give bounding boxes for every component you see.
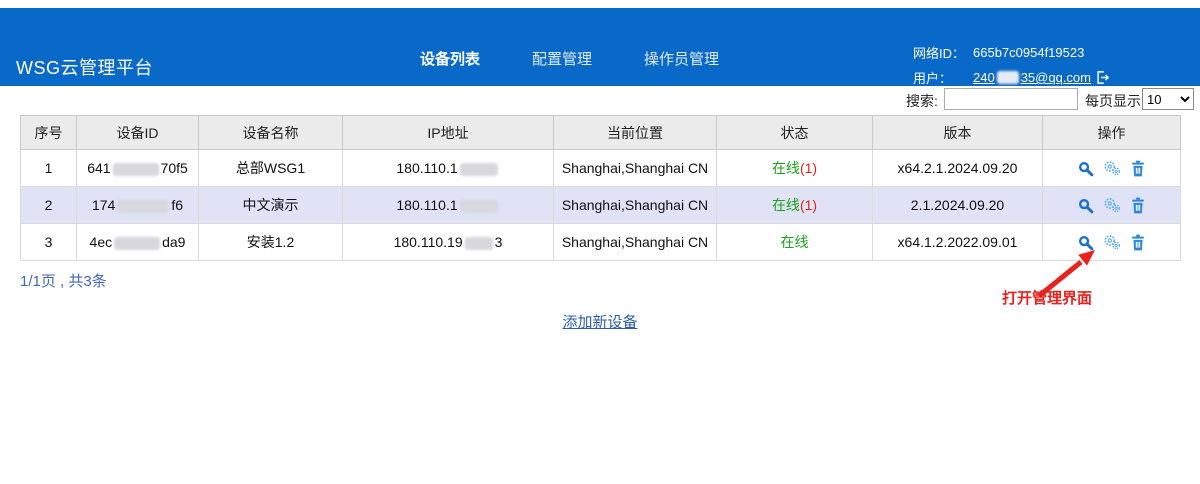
nav-device-list[interactable]: 设备列表	[420, 48, 480, 69]
nav-config-management[interactable]: 配置管理	[532, 48, 592, 69]
cell-ip: 180.110.1	[343, 187, 554, 224]
column-header-actions: 操作	[1043, 116, 1181, 150]
column-header-index: 序号	[21, 116, 77, 150]
add-device-row: 添加新设备	[0, 311, 1200, 332]
network-id-row: 网络ID： 665b7c0954f19523	[913, 40, 1110, 65]
configure-gears-icon[interactable]	[1103, 196, 1121, 214]
cell-index: 1	[21, 150, 77, 187]
redaction-mask	[465, 237, 493, 250]
column-header-status: 状态	[717, 116, 873, 150]
cell-status: 在线(1)	[717, 150, 873, 187]
cell-version: 2.1.2024.09.20	[873, 187, 1043, 224]
column-header-device-id: 设备ID	[77, 116, 199, 150]
search-label: 搜索:	[906, 91, 938, 111]
redaction-mask	[117, 200, 169, 213]
account-info: 网络ID： 665b7c0954f19523 用户： 24035@qq.com	[913, 40, 1110, 90]
redaction-mask	[114, 237, 160, 250]
cell-status: 在线	[717, 224, 873, 261]
table-row: 2 174f6 中文演示 180.110.1 Shanghai,Shanghai…	[21, 187, 1181, 224]
cell-ip: 180.110.1	[343, 150, 554, 187]
cell-device-name: 安装1.2	[199, 224, 343, 261]
cell-version: x64.2.1.2024.09.20	[873, 150, 1043, 187]
cell-device-name: 中文演示	[199, 187, 343, 224]
logout-icon[interactable]	[1095, 70, 1110, 85]
cell-device-id: 64170f5	[77, 150, 199, 187]
table-header-row: 序号 设备ID 设备名称 IP地址 当前位置 状态 版本 操作	[21, 116, 1181, 150]
delete-trash-icon[interactable]	[1130, 234, 1146, 251]
cell-status: 在线(1)	[717, 187, 873, 224]
redaction-mask	[997, 71, 1019, 84]
cell-device-id: 4ecda9	[77, 224, 199, 261]
cell-actions	[1043, 150, 1181, 187]
redaction-mask	[113, 163, 159, 176]
app-header: WSG云管理平台 设备列表 配置管理 操作员管理 网络ID： 665b7c095…	[0, 8, 1200, 86]
cell-location: Shanghai,Shanghai CN	[554, 150, 717, 187]
table-row: 1 64170f5 总部WSG1 180.110.1 Shanghai,Shan…	[21, 150, 1181, 187]
app-title: WSG云管理平台	[16, 54, 153, 80]
page-size-label: 每页显示:	[1085, 91, 1145, 111]
search-input[interactable]	[944, 88, 1078, 110]
table-row: 3 4ecda9 安装1.2 180.110.193 Shanghai,Shan…	[21, 224, 1181, 261]
add-device-link[interactable]: 添加新设备	[562, 314, 637, 331]
user-email-link[interactable]: 24035@qq.com	[973, 70, 1091, 85]
user-label: 用户：	[913, 68, 973, 87]
column-header-device-name: 设备名称	[199, 116, 343, 150]
column-header-ip: IP地址	[343, 116, 554, 150]
network-id-value: 665b7c0954f19523	[973, 45, 1084, 60]
nav-operator-management[interactable]: 操作员管理	[644, 48, 719, 69]
pagination-summary: 1/1页 , 共3条	[20, 270, 107, 291]
cell-device-name: 总部WSG1	[199, 150, 343, 187]
page-size-select[interactable]: 10	[1142, 88, 1194, 110]
cell-index: 2	[21, 187, 77, 224]
cell-version: x64.1.2.2022.09.01	[873, 224, 1043, 261]
configure-gears-icon[interactable]	[1103, 159, 1121, 177]
cell-ip: 180.110.193	[343, 224, 554, 261]
delete-trash-icon[interactable]	[1130, 160, 1146, 177]
open-manage-icon[interactable]	[1077, 197, 1094, 214]
cell-device-id: 174f6	[77, 187, 199, 224]
redaction-mask	[460, 200, 498, 213]
delete-trash-icon[interactable]	[1130, 197, 1146, 214]
redaction-mask	[460, 163, 498, 176]
column-header-location: 当前位置	[554, 116, 717, 150]
cell-actions	[1043, 187, 1181, 224]
network-id-label: 网络ID：	[913, 43, 973, 62]
open-manage-icon[interactable]	[1077, 160, 1094, 177]
column-header-version: 版本	[873, 116, 1043, 150]
wsg-cloud-platform-page: WSG云管理平台 设备列表 配置管理 操作员管理 网络ID： 665b7c095…	[0, 0, 1200, 484]
main-nav: 设备列表 配置管理 操作员管理	[420, 48, 719, 69]
cell-location: Shanghai,Shanghai CN	[554, 187, 717, 224]
annotation-label: 打开管理界面	[1002, 287, 1092, 308]
cell-index: 3	[21, 224, 77, 261]
device-table: 序号 设备ID 设备名称 IP地址 当前位置 状态 版本 操作 1 64170f…	[20, 115, 1181, 261]
cell-location: Shanghai,Shanghai CN	[554, 224, 717, 261]
table-toolbar: 搜索: 每页显示: 10	[0, 87, 1200, 113]
